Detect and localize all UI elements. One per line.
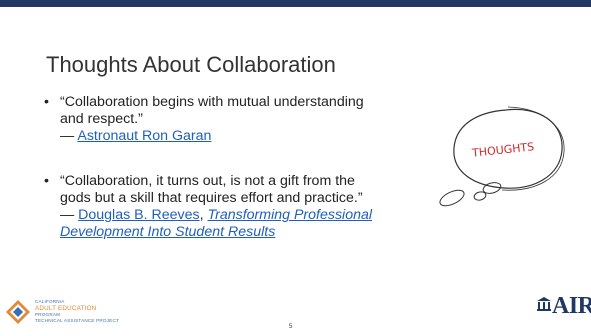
quote-2-line-2: gods but a skill that requires effort an… xyxy=(60,190,363,206)
bullet-dot: • xyxy=(44,173,49,189)
bullet-dot: • xyxy=(44,94,49,110)
top-accent-bar xyxy=(0,0,591,7)
author-link-ron-garan[interactable]: Astronaut Ron Garan xyxy=(77,128,211,144)
author-link-douglas-reeves[interactable]: Douglas B. Reeves xyxy=(78,207,199,223)
bullet-1: • “Collaboration begins with mutual unde… xyxy=(44,94,404,145)
bubble-text: THOUGHTS xyxy=(471,140,535,160)
quote-2-source-line-2: Development Into Student Results xyxy=(60,224,404,241)
thought-bubble-icon: THOUGHTS xyxy=(439,106,565,207)
source-link-line-1[interactable]: Transforming Professional xyxy=(207,207,372,223)
page-number: 5 xyxy=(289,324,293,330)
attribution-dash: — xyxy=(60,207,79,223)
slide-body: • “Collaboration begins with mutual unde… xyxy=(44,94,404,241)
air-logo-building-icon xyxy=(537,297,551,311)
quote-2-line-1: “Collaboration, it turns out, is not a g… xyxy=(60,173,355,189)
quote-1-line-1: “Collaboration begins with mutual unders… xyxy=(60,94,364,110)
quote-2-attribution: — Douglas B. Reeves, Transforming Profes… xyxy=(60,207,404,224)
bullet-2: • “Collaboration, it turns out, is not a… xyxy=(44,173,404,241)
quote-1-line-2: and respect.” xyxy=(60,111,143,127)
quote-1-attribution: — Astronaut Ron Garan xyxy=(60,128,404,145)
california-adult-ed-logo-icon xyxy=(6,300,30,324)
slide-title: Thoughts About Collaboration xyxy=(46,52,336,77)
footer-program-name: CALIFORNIA ADULT EDUCATION PROGRAM TECHN… xyxy=(35,299,119,324)
attribution-dash: — xyxy=(60,128,78,144)
air-logo: AIR xyxy=(552,293,591,319)
source-link-line-2[interactable]: Development Into Student Results xyxy=(60,224,275,240)
